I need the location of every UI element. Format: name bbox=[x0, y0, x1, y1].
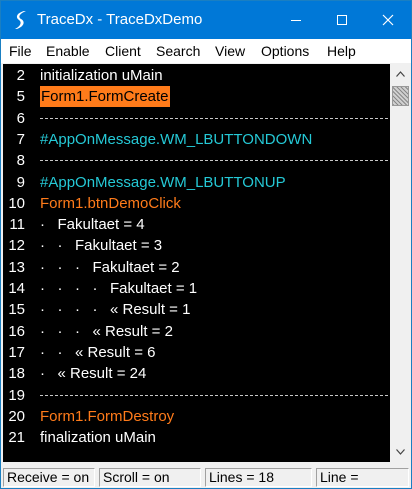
trace-text: · · · « Result = 2 bbox=[40, 322, 173, 340]
line-number: 11 bbox=[9, 216, 25, 234]
trace-line[interactable]: 20 Form1.FormDestroy bbox=[3, 406, 390, 427]
trace-line[interactable]: 12 · · Fakultaet = 3 bbox=[3, 235, 390, 256]
line-number: 12 bbox=[8, 237, 25, 255]
line-number: 5 bbox=[16, 88, 25, 106]
title-bar[interactable]: TraceDx - TraceDxDemo bbox=[1, 1, 411, 39]
trace-text: · · · · Fakultaet = 1 bbox=[40, 280, 198, 297]
separator-line[interactable]: 6 bbox=[3, 108, 390, 129]
close-icon bbox=[382, 14, 394, 26]
line-number: 6 bbox=[16, 109, 25, 127]
trace-text: initialization uMain bbox=[40, 67, 163, 84]
status-scroll: Scroll = on bbox=[99, 468, 201, 487]
trace-text: · · Fakultaet = 3 bbox=[40, 237, 163, 255]
trace-text: Form1.FormDestroy bbox=[40, 407, 175, 425]
line-number: 18 bbox=[8, 365, 25, 383]
status-bar: Receive = on Scroll = on Lines = 18 Line… bbox=[1, 467, 411, 488]
line-number: 7 bbox=[16, 130, 25, 148]
trace-line[interactable]: 11 · Fakultaet = 4 bbox=[3, 214, 390, 235]
line-number: 21 bbox=[8, 429, 25, 447]
line-number: 17 bbox=[8, 343, 25, 361]
menu-options[interactable]: Options bbox=[261, 43, 309, 59]
trace-text: · « Result = 24 bbox=[40, 365, 147, 383]
app-window: TraceDx - TraceDxDemo File Enable Client… bbox=[0, 0, 412, 489]
trace-text: #AppOnMessage.WM_LBUTTONDOWN bbox=[40, 130, 313, 148]
trace-text: #AppOnMessage.WM_LBUTTONUP bbox=[40, 173, 286, 191]
dashed-separator bbox=[40, 160, 388, 162]
menu-view[interactable]: View bbox=[215, 43, 245, 59]
chevron-down-icon bbox=[396, 449, 405, 455]
trace-output[interactable]: 2 initialization uMain 5 Form1.FormCreate 6 7… bbox=[3, 64, 390, 462]
tracedx-logo-icon bbox=[15, 11, 26, 29]
status-lines: Lines = 18 bbox=[205, 468, 312, 487]
vertical-scrollbar[interactable] bbox=[390, 64, 411, 462]
close-button[interactable] bbox=[365, 1, 411, 39]
line-number: 15 bbox=[8, 301, 25, 319]
menu-search[interactable]: Search bbox=[156, 43, 200, 59]
trace-line[interactable]: 7 #AppOnMessage.WM_LBUTTONDOWN bbox=[3, 129, 390, 150]
chevron-up-icon bbox=[396, 71, 405, 77]
trace-text: · · · · « Result = 1 bbox=[40, 301, 191, 319]
menu-bar: File Enable Client Search View Options H… bbox=[1, 39, 411, 63]
minimize-icon bbox=[291, 20, 301, 21]
trace-line[interactable]: 9 #AppOnMessage.WM_LBUTTONUP bbox=[3, 172, 390, 193]
separator-line[interactable]: 8 bbox=[3, 150, 390, 171]
separator-line[interactable]: 19 bbox=[3, 385, 390, 406]
maximize-button[interactable] bbox=[319, 1, 365, 39]
status-line: Line = bbox=[316, 468, 409, 487]
line-number: 8 bbox=[16, 152, 25, 170]
line-number: 9 bbox=[16, 173, 25, 191]
trace-text: · · « Result = 6 bbox=[40, 343, 156, 361]
minimize-button[interactable] bbox=[273, 1, 319, 39]
trace-line[interactable]: 16 · · · « Result = 2 bbox=[3, 321, 390, 342]
dashed-separator bbox=[40, 117, 388, 119]
dashed-separator bbox=[40, 394, 388, 396]
scroll-up-button[interactable] bbox=[390, 64, 411, 84]
menu-enable[interactable]: Enable bbox=[46, 43, 90, 59]
line-number: 10 bbox=[8, 194, 25, 212]
trace-text: · Fakultaet = 4 bbox=[40, 216, 145, 234]
trace-line[interactable]: 21 finalization uMain bbox=[3, 427, 390, 448]
trace-line[interactable]: 5 Form1.FormCreate bbox=[3, 86, 390, 108]
line-number: 2 bbox=[16, 67, 25, 84]
status-receive: Receive = on bbox=[3, 468, 95, 487]
scroll-down-button[interactable] bbox=[390, 442, 411, 462]
line-number: 13 bbox=[8, 258, 25, 276]
menu-help[interactable]: Help bbox=[327, 43, 356, 59]
trace-line[interactable]: 10 Form1.btnDemoClick bbox=[3, 193, 390, 214]
line-number: 20 bbox=[8, 407, 25, 425]
trace-text: Form1.btnDemoClick bbox=[40, 194, 181, 212]
trace-line[interactable]: 13 · · · Fakultaet = 2 bbox=[3, 257, 390, 278]
trace-line[interactable]: 18 · « Result = 24 bbox=[3, 363, 390, 384]
line-number: 14 bbox=[8, 280, 25, 297]
scroll-thumb[interactable] bbox=[392, 86, 409, 106]
window-title: TraceDx - TraceDxDemo bbox=[37, 11, 203, 28]
trace-text: Form1.FormCreate bbox=[40, 86, 170, 108]
trace-line[interactable]: 15 · · · · « Result = 1 bbox=[3, 299, 390, 320]
menu-file[interactable]: File bbox=[9, 43, 32, 59]
trace-text: · · · Fakultaet = 2 bbox=[40, 258, 180, 276]
line-number: 19 bbox=[8, 386, 25, 404]
line-number: 16 bbox=[8, 322, 25, 340]
trace-line[interactable]: 2 initialization uMain bbox=[3, 65, 390, 86]
trace-line[interactable]: 14 · · · · Fakultaet = 1 bbox=[3, 278, 390, 299]
trace-line[interactable]: 17 · · « Result = 6 bbox=[3, 342, 390, 363]
menu-client[interactable]: Client bbox=[105, 43, 141, 59]
maximize-icon bbox=[337, 15, 347, 25]
trace-text: finalization uMain bbox=[40, 429, 156, 447]
